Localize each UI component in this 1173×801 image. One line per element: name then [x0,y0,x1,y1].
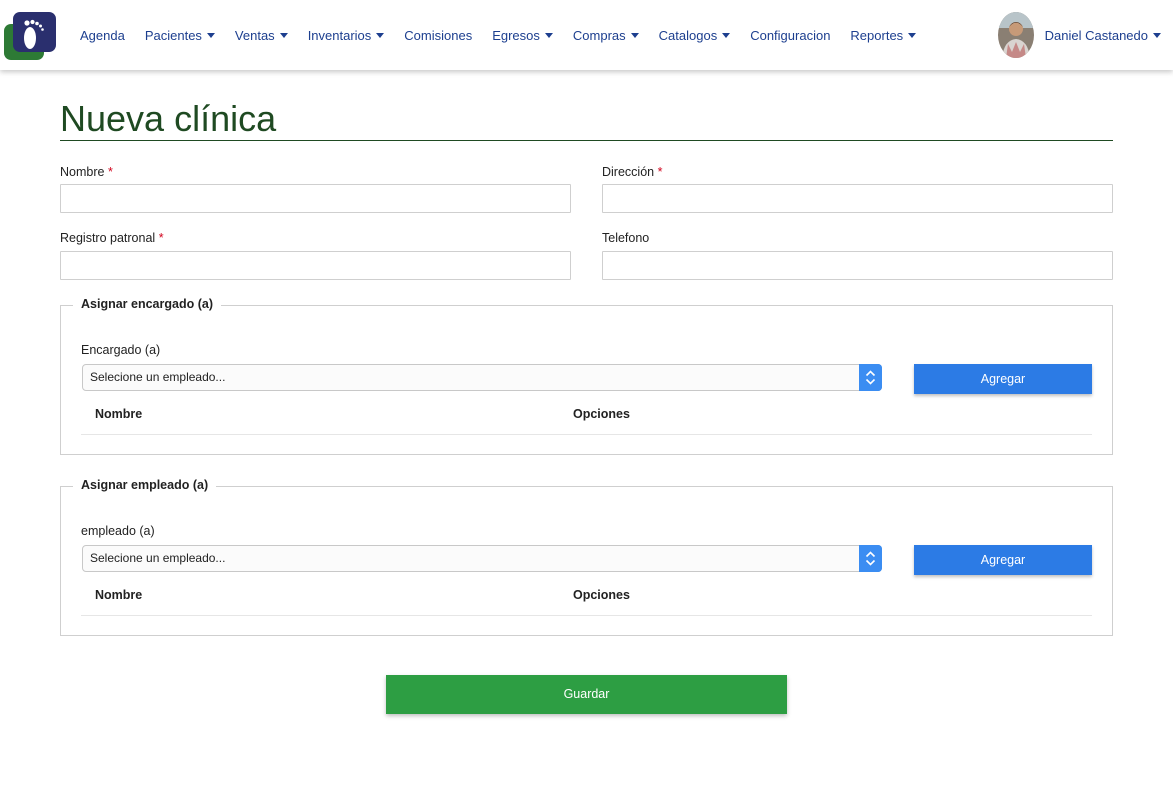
encargado-select[interactable]: Selecione un empleado... [82,364,882,391]
encargado-table-divider [81,434,1092,435]
chevron-down-icon [376,32,385,38]
empleado-fieldset: Asignar empleado (a) empleado (a) Seleci… [60,478,1113,636]
telefono-label: Telefono [602,231,650,245]
chevron-down-icon [908,32,917,38]
chevron-down-icon [630,32,639,38]
chevron-down-icon [206,32,215,38]
direccion-label: Dirección * [602,165,663,179]
encargado-add-button[interactable]: Agregar [914,364,1092,394]
encargado-col-nombre: Nombre [95,407,143,421]
save-button[interactable]: Guardar [386,675,787,714]
nav-item-agenda[interactable]: Agenda [70,28,135,43]
encargado-col-opciones: Opciones [573,407,630,421]
empleado-col-nombre: Nombre [95,588,143,602]
encargado-label: Encargado (a) [81,343,161,357]
nav-item-label: Inventarios [307,27,372,43]
main-menu: Agenda Pacientes Ventas Inventarios Comision… [70,0,926,70]
nav-item-inventarios[interactable]: Inventarios [298,28,395,43]
empleado-legend: Asignar empleado (a) [73,478,217,492]
nav-item-configuracion[interactable]: Configuracion [740,28,840,43]
encargado-legend: Asignar encargado (a) [73,297,221,311]
nav-item-label: Reportes [850,27,904,43]
nav-item-label: Agenda [80,27,125,43]
nav-item-pacientes[interactable]: Pacientes [135,28,225,43]
chevron-down-icon [722,32,731,38]
nav-item-label: Compras [572,27,626,43]
footprint-logo-icon[interactable] [4,12,56,60]
chevron-down-icon [544,32,553,38]
empleado-label: empleado (a) [81,524,155,538]
registro-patronal-input[interactable] [60,251,571,280]
top-navbar: Agenda Pacientes Ventas Inventarios Comision… [0,0,1173,70]
nombre-input[interactable] [60,184,571,213]
nav-item-compras[interactable]: Compras [563,28,649,43]
nav-item-label: Pacientes [144,27,202,43]
telefono-input[interactable] [602,251,1113,280]
user-name[interactable]: Daniel Castanedo [1045,28,1161,43]
registro-patronal-label: Registro patronal * [60,231,164,245]
empleado-col-opciones: Opciones [573,588,630,602]
page-title: Nueva clínica [60,98,277,139]
nav-item-catalogos[interactable]: Catalogos [649,28,741,43]
user-menu[interactable]: Daniel Castanedo [997,12,1161,58]
empleado-select[interactable]: Selecione un empleado... [82,545,882,572]
select-updown-icon [859,364,882,391]
nav-item-ventas[interactable]: Ventas [225,28,298,43]
avatar[interactable] [997,12,1034,58]
empleado-table-divider [81,615,1092,616]
encargado-fieldset: Asignar encargado (a) Encargado (a) Sele… [60,297,1113,455]
nombre-label: Nombre * [60,165,113,179]
nav-item-label: Ventas [234,27,275,43]
nav-item-label: Comisiones [404,27,473,43]
nav-item-egresos[interactable]: Egresos [482,28,563,43]
chevron-down-icon [1153,32,1161,38]
nav-item-reportes[interactable]: Reportes [840,28,926,43]
direccion-input[interactable] [602,184,1113,213]
nav-item-label: Egresos [492,27,540,43]
chevron-down-icon [279,32,288,38]
nav-item-comisiones[interactable]: Comisiones [394,28,482,43]
nav-item-label: Configuracion [750,27,831,43]
select-updown-icon [859,545,882,572]
empleado-add-button[interactable]: Agregar [914,545,1092,575]
nav-item-label: Catalogos [658,27,718,43]
title-divider [60,140,1113,141]
